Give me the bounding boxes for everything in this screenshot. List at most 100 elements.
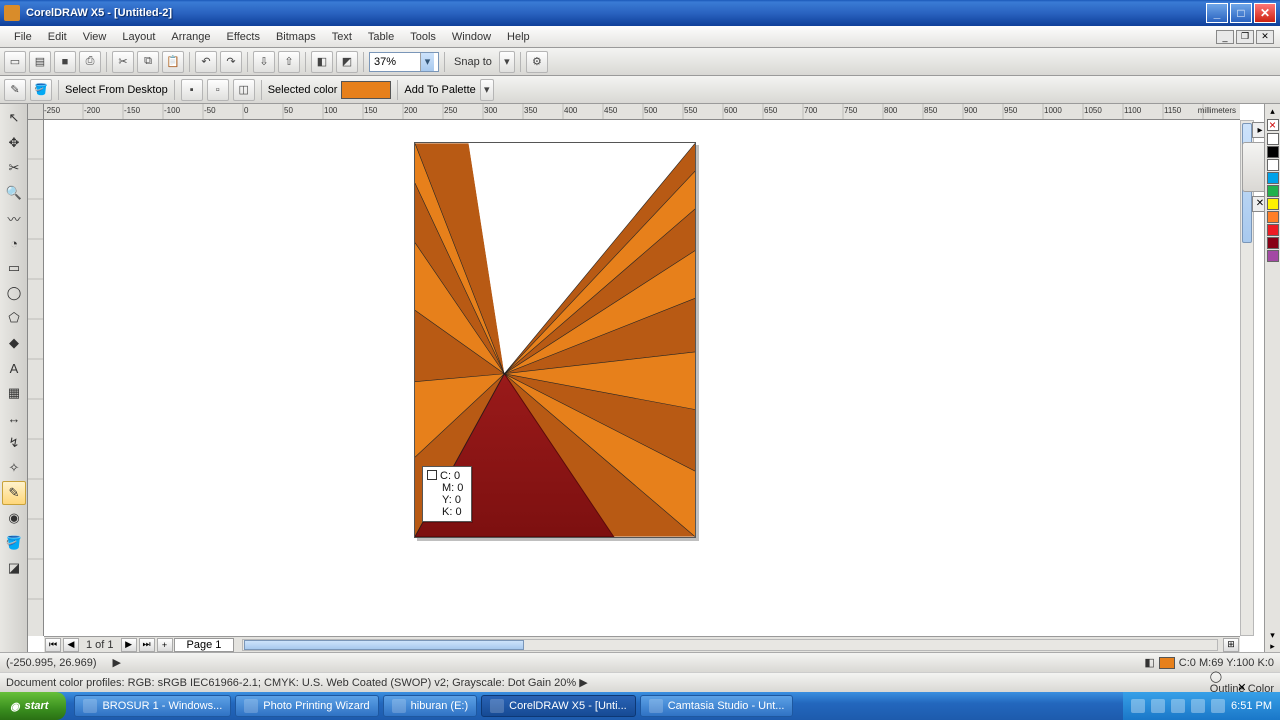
outline-tool[interactable]: ◉	[2, 506, 26, 530]
undo-button[interactable]: ↶	[195, 51, 217, 73]
taskbar-item[interactable]: hiburan (E:)	[383, 695, 477, 717]
doc-close-button[interactable]: ✕	[1256, 30, 1274, 44]
import-button[interactable]: ⇩	[253, 51, 275, 73]
tray-icon[interactable]	[1191, 699, 1205, 713]
taskbar-item[interactable]: Photo Printing Wizard	[235, 695, 378, 717]
palette-swatch[interactable]	[1267, 172, 1279, 184]
sample-1x1-button[interactable]: ▪	[181, 79, 203, 101]
welcome-button[interactable]: ◩	[336, 51, 358, 73]
palette-swatch[interactable]	[1267, 250, 1279, 262]
horizontal-ruler[interactable]: -250-200-150-100-50050100150200250300350…	[44, 104, 1240, 120]
palette-swatch[interactable]	[1267, 198, 1279, 210]
page-last-button[interactable]: ⏭	[139, 638, 155, 652]
redo-button[interactable]: ↷	[220, 51, 242, 73]
tray-clock[interactable]: 6:51 PM	[1231, 700, 1272, 712]
page-prev-button[interactable]: ◀	[63, 638, 79, 652]
tray-icon[interactable]	[1151, 699, 1165, 713]
maximize-button[interactable]: □	[1230, 3, 1252, 23]
palette-none[interactable]: ×	[1267, 119, 1279, 131]
options-button[interactable]: ⚙	[526, 51, 548, 73]
dimension-tool[interactable]: ↔	[2, 406, 26, 430]
nav-icon[interactable]: ⊞	[1223, 638, 1239, 652]
start-button[interactable]: ◉start	[0, 692, 66, 720]
copy-button[interactable]: ⧉	[137, 51, 159, 73]
palette-swatch[interactable]	[1267, 224, 1279, 236]
freehand-tool[interactable]: 〰	[2, 206, 26, 230]
menu-window[interactable]: Window	[444, 29, 499, 45]
zoom-level-combo[interactable]: 37% ▾	[369, 52, 439, 72]
canvas[interactable]: C: 0 M: 0 Y: 0 K: 0	[44, 120, 1240, 636]
page-next-button[interactable]: ▶	[121, 638, 137, 652]
page-first-button[interactable]: ⏮	[45, 638, 61, 652]
taskbar-item[interactable]: BROSUR 1 - Windows...	[74, 695, 231, 717]
polygon-tool[interactable]: ⬠	[2, 306, 26, 330]
eyedropper-icon[interactable]: ✎	[4, 79, 26, 101]
paste-button[interactable]: 📋	[162, 51, 184, 73]
menu-effects[interactable]: Effects	[219, 29, 268, 45]
menu-tools[interactable]: Tools	[402, 29, 444, 45]
menu-help[interactable]: Help	[499, 29, 538, 45]
menu-file[interactable]: File	[6, 29, 40, 45]
ruler-origin[interactable]	[28, 104, 44, 120]
palette-swatch[interactable]	[1267, 211, 1279, 223]
doc-restore-button[interactable]: ❐	[1236, 30, 1254, 44]
palette-scroll-down[interactable]: ▾	[1270, 630, 1275, 641]
fill-tool[interactable]: 🪣	[2, 531, 26, 555]
text-tool[interactable]: A	[2, 356, 26, 380]
print-button[interactable]: ⎙	[79, 51, 101, 73]
page-add-button[interactable]: +	[157, 638, 173, 652]
eyedropper-tool[interactable]: ✎	[2, 481, 26, 505]
menu-bitmaps[interactable]: Bitmaps	[268, 29, 324, 45]
crop-tool[interactable]: ✂	[2, 156, 26, 180]
new-button[interactable]: ▭	[4, 51, 26, 73]
ellipse-tool[interactable]: ◯	[2, 281, 26, 305]
tray-icon[interactable]	[1211, 699, 1225, 713]
interactive-fill-tool[interactable]: ◪	[2, 556, 26, 580]
connector-tool[interactable]: ↯	[2, 431, 26, 455]
chevron-down-icon[interactable]: ▾	[420, 53, 434, 71]
rectangle-tool[interactable]: ▭	[2, 256, 26, 280]
save-button[interactable]: ■	[54, 51, 76, 73]
app-launcher-button[interactable]: ◧	[311, 51, 333, 73]
basic-shapes-tool[interactable]: ◆	[2, 331, 26, 355]
h-scrollbar-thumb[interactable]	[244, 640, 524, 650]
snap-to-dropdown[interactable]: ▾	[499, 51, 515, 73]
add-to-palette-button[interactable]: Add To Palette	[404, 84, 475, 96]
sample-3x3-button[interactable]: ▫	[207, 79, 229, 101]
open-button[interactable]: ▤	[29, 51, 51, 73]
interactive-tool[interactable]: ✧	[2, 456, 26, 480]
menu-text[interactable]: Text	[324, 29, 360, 45]
palette-flyout[interactable]: ▸	[1270, 641, 1275, 652]
cut-button[interactable]: ✂	[112, 51, 134, 73]
horizontal-scrollbar[interactable]	[242, 639, 1218, 651]
add-to-palette-dropdown[interactable]: ▾	[480, 79, 494, 101]
vertical-ruler[interactable]	[28, 120, 44, 636]
shape-tool[interactable]: ✥	[2, 131, 26, 155]
close-button[interactable]: ✕	[1254, 3, 1276, 23]
export-button[interactable]: ⇧	[278, 51, 300, 73]
tray-icon[interactable]	[1131, 699, 1145, 713]
taskbar-item[interactable]: CorelDRAW X5 - [Unti...	[481, 695, 636, 717]
palette-swatch[interactable]	[1267, 185, 1279, 197]
menu-arrange[interactable]: Arrange	[163, 29, 218, 45]
page-tab-1[interactable]: Page 1	[174, 638, 235, 652]
sample-5x5-button[interactable]: ◫	[233, 79, 255, 101]
menu-view[interactable]: View	[75, 29, 115, 45]
menu-table[interactable]: Table	[360, 29, 402, 45]
pick-tool[interactable]: ↖	[2, 106, 26, 130]
paintbucket-icon[interactable]: 🪣	[30, 79, 52, 101]
selected-color-swatch[interactable]	[341, 81, 391, 99]
table-tool[interactable]: ▦	[2, 381, 26, 405]
palette-swatch[interactable]	[1267, 146, 1279, 158]
zoom-tool[interactable]: 🔍	[2, 181, 26, 205]
palette-swatch[interactable]	[1267, 133, 1279, 145]
smart-fill-tool[interactable]: ◔	[2, 231, 26, 255]
palette-scroll-up[interactable]: ▴	[1270, 106, 1275, 118]
minimize-button[interactable]: _	[1206, 3, 1228, 23]
palette-swatch[interactable]	[1267, 159, 1279, 171]
palette-swatch[interactable]	[1267, 237, 1279, 249]
select-from-desktop-button[interactable]: Select From Desktop	[65, 84, 168, 96]
menu-layout[interactable]: Layout	[114, 29, 163, 45]
taskbar-item[interactable]: Camtasia Studio - Unt...	[640, 695, 794, 717]
tray-icon[interactable]	[1171, 699, 1185, 713]
